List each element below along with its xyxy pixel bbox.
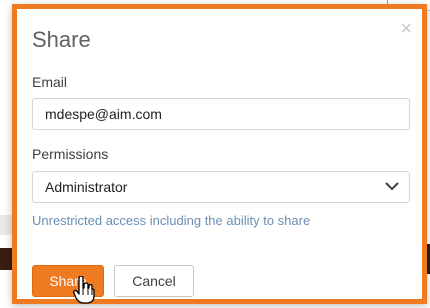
dialog-title: Share — [32, 27, 91, 52]
background-panel — [0, 248, 12, 270]
close-icon[interactable]: × — [400, 19, 412, 39]
chevron-down-icon — [385, 182, 399, 191]
permissions-label: Permissions — [32, 146, 109, 162]
permissions-selected-value: Administrator — [45, 179, 128, 195]
permissions-help-text: Unrestricted access including the abilit… — [32, 213, 311, 228]
email-field[interactable]: mdespe@aim.com — [32, 98, 410, 130]
permissions-select[interactable]: Administrator — [32, 171, 410, 203]
cancel-button[interactable]: Cancel — [114, 265, 194, 297]
hand-pointer-icon — [73, 276, 95, 304]
email-label: Email — [32, 74, 68, 90]
background-panel — [0, 215, 12, 235]
share-dialog: Share × Email mdespe@aim.com Permissions… — [12, 4, 427, 304]
